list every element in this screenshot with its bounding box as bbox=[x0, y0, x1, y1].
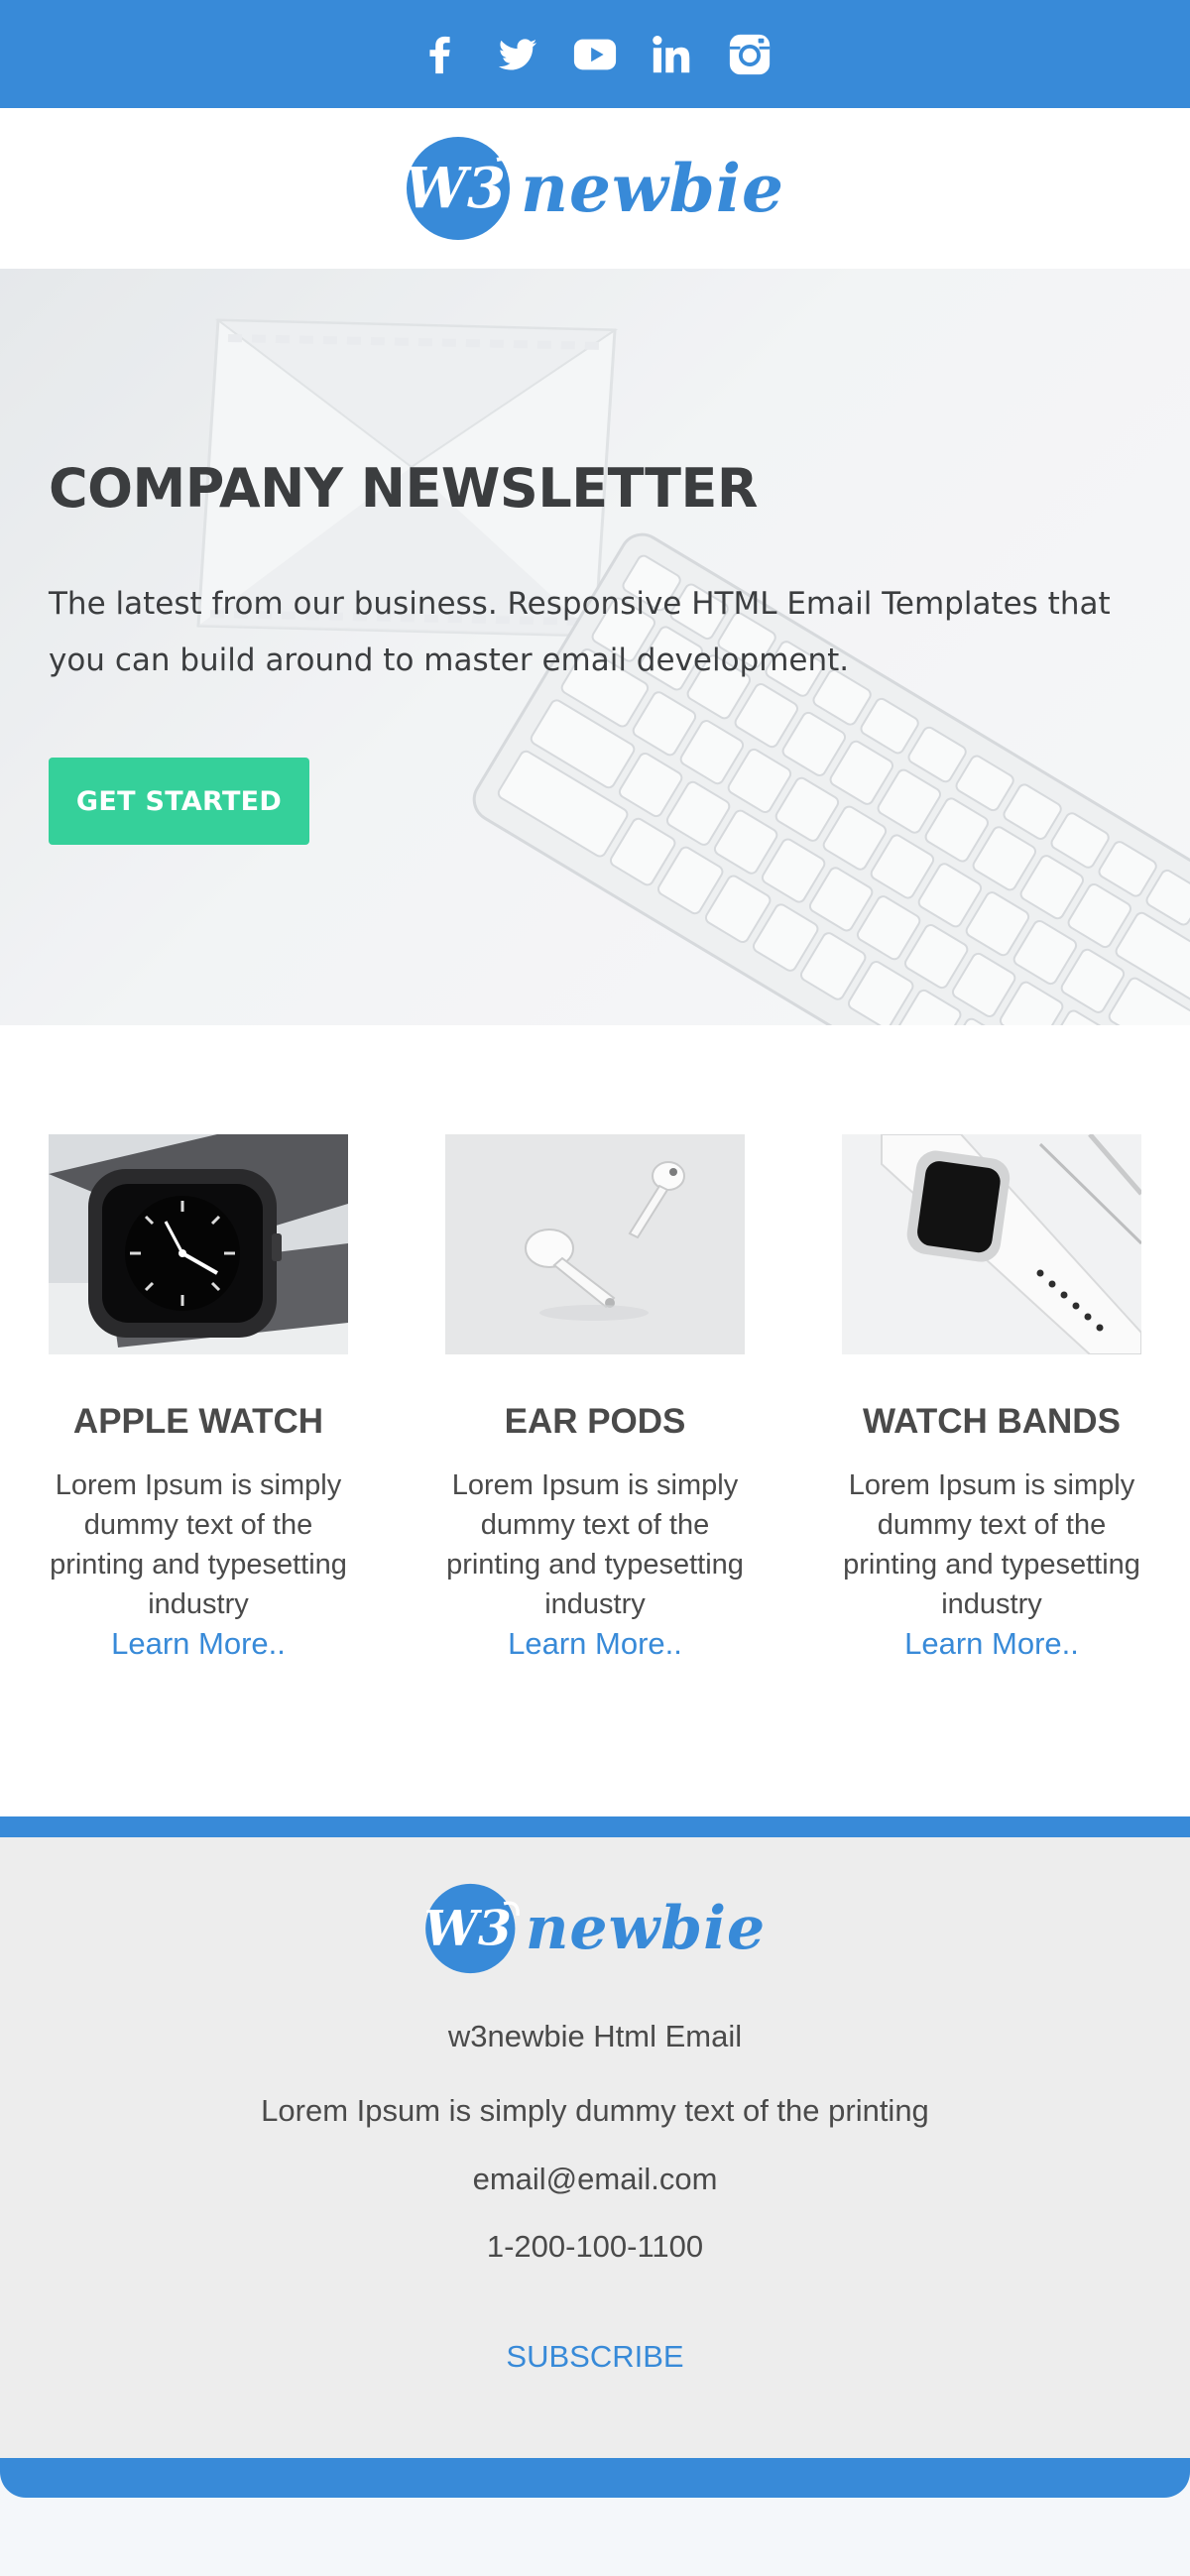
products-section: APPLE WATCH Lorem Ipsum is simply dummy … bbox=[0, 1025, 1190, 1816]
learn-more-link[interactable]: Learn More.. bbox=[904, 1626, 1079, 1661]
logo-wordmark: newbie bbox=[520, 150, 784, 227]
linkedin-icon[interactable] bbox=[649, 31, 696, 78]
svg-text:W3: W3 bbox=[424, 1900, 512, 1956]
logo-mark-icon: W3 bbox=[406, 137, 515, 240]
social-bar bbox=[0, 0, 1190, 108]
product-image-ear-pods[interactable] bbox=[445, 1134, 745, 1354]
product-title: EAR PODS bbox=[504, 1402, 686, 1441]
product-description: Lorem Ipsum is simply dummy text of the … bbox=[446, 1469, 744, 1620]
product-image-watch-bands[interactable] bbox=[842, 1134, 1141, 1354]
logo-wordmark: newbie bbox=[525, 1894, 767, 1963]
logo-mark-icon: W3 bbox=[424, 1883, 520, 1974]
product-title: APPLE WATCH bbox=[72, 1402, 324, 1441]
product-description: Lorem Ipsum is simply dummy text of the … bbox=[843, 1469, 1140, 1620]
facebook-icon[interactable] bbox=[416, 31, 464, 78]
logo-header: W3 newbie bbox=[0, 108, 1190, 269]
product-card-watch-bands: WATCH BANDS Lorem Ipsum is simply dummy … bbox=[842, 1134, 1141, 1664]
hero-title: COMPANY NEWSLETTER bbox=[49, 457, 759, 520]
product-image-apple-watch[interactable] bbox=[49, 1134, 348, 1354]
footer-email[interactable]: email@email.com bbox=[0, 2162, 1190, 2197]
instagram-icon[interactable] bbox=[726, 31, 774, 78]
learn-more-link[interactable]: Learn More.. bbox=[508, 1626, 682, 1661]
product-card-apple-watch: APPLE WATCH Lorem Ipsum is simply dummy … bbox=[49, 1134, 348, 1664]
footer-bottom-bar bbox=[0, 2458, 1190, 2498]
footer-tagline: Lorem Ipsum is simply dummy text of the … bbox=[261, 2093, 929, 2128]
hero-banner: COMPANY NEWSLETTER The latest from our b… bbox=[0, 269, 1190, 1025]
product-card-ear-pods: EAR PODS Lorem Ipsum is simply dummy tex… bbox=[445, 1134, 745, 1664]
svg-text:W3: W3 bbox=[406, 156, 506, 221]
footer-company: w3newbie Html Email bbox=[447, 2019, 743, 2053]
brand-logo[interactable]: W3 newbie bbox=[406, 136, 784, 241]
footer-top-strip bbox=[0, 1816, 1190, 1837]
twitter-icon[interactable] bbox=[494, 31, 541, 78]
footer: W3 newbie w3newbie Html Email Lorem Ipsu… bbox=[0, 1837, 1190, 2458]
get-started-button[interactable]: GET STARTED bbox=[49, 758, 309, 845]
product-title: WATCH BANDS bbox=[863, 1402, 1121, 1441]
subscribe-link[interactable]: SUBSCRIBE bbox=[0, 2339, 1190, 2375]
footer-logo[interactable]: W3 newbie bbox=[0, 1883, 1190, 1974]
youtube-icon[interactable] bbox=[571, 31, 619, 78]
learn-more-link[interactable]: Learn More.. bbox=[111, 1626, 286, 1661]
footer-phone[interactable]: 1-200-100-1100 bbox=[0, 2229, 1190, 2265]
product-description: Lorem Ipsum is simply dummy text of the … bbox=[50, 1469, 347, 1620]
hero-subtitle: The latest from our business. Responsive… bbox=[49, 586, 1111, 678]
